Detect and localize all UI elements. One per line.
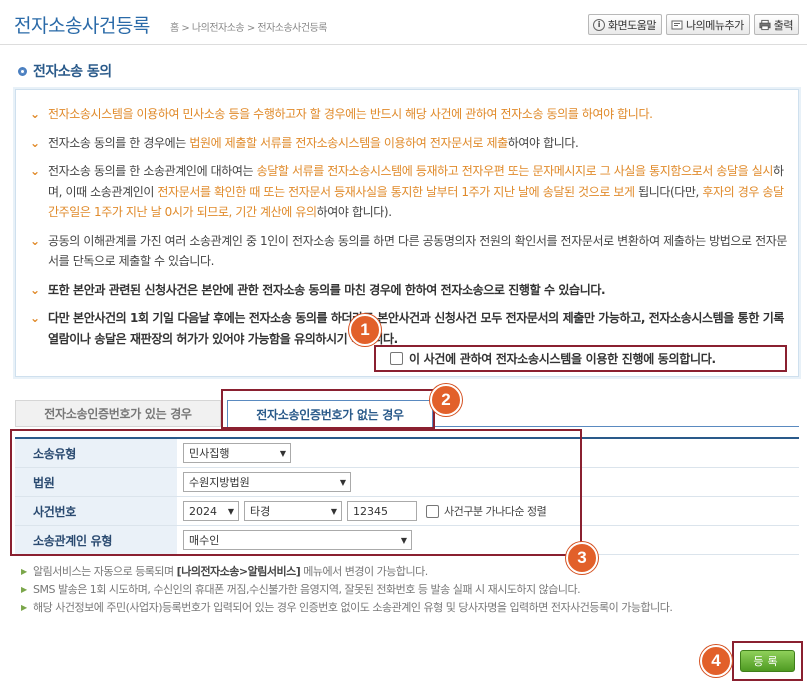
- help-text: 알림서비스는 자동으로 등록되며: [33, 565, 177, 578]
- help-menu-path: [나의전자소송>알림서비스]: [176, 565, 301, 578]
- help-item: ▶ 알림서비스는 자동으로 등록되며 [나의전자소송>알림서비스] 메뉴에서 변…: [20, 563, 800, 581]
- step-badge-3: 3: [566, 542, 598, 574]
- register-highlight-box: 등록: [732, 641, 803, 681]
- notice-text: 됩니다(다만,: [634, 184, 703, 199]
- triangle-bullet-icon: ▶: [21, 567, 27, 576]
- help-item: ▶ 해당 사건정보에 주민(사업자)등록번호가 입력되어 있는 경우 인증번호 …: [20, 599, 800, 617]
- header-divider: [0, 44, 807, 45]
- triangle-bullet-icon: ▶: [21, 603, 27, 612]
- chevron-down-icon: ⌄: [30, 233, 40, 248]
- add-my-menu-button[interactable]: 나의메뉴추가: [666, 14, 750, 35]
- chevron-down-icon: ⌄: [30, 311, 40, 325]
- triangle-bullet-icon: ▶: [21, 585, 27, 594]
- notice-item: ⌄ 공동의 이해관계를 가진 여러 소송관계인 중 1인이 전자소송 동의를 하…: [28, 231, 790, 272]
- notice-text: 하여야 합니다.: [507, 135, 579, 150]
- consent-checkbox[interactable]: [390, 352, 403, 365]
- notice-item: ⌄ 다만 본안사건의 1회 기일 다음날 후에는 전자소송 동의를 하더라도 본…: [28, 308, 790, 349]
- notice-highlight: 전자문서를 확인한 때 또는 전자문서 등재사실을 통지한 날부터 1주가 지난…: [157, 184, 635, 199]
- section-title-text: 전자소송 동의: [33, 64, 112, 80]
- info-icon: i: [592, 18, 605, 31]
- help-button-label: 화면도움말: [607, 18, 657, 32]
- notice-text: 또한 본안과 관련된 신청사건은 본안에 관한 전자소송 동의를 마친 경우에 …: [48, 282, 606, 297]
- consent-notice-box: ⌄ 전자소송시스템을 이용하여 민사소송 등을 수행하고자 할 경우에는 반드시…: [15, 89, 799, 377]
- notice-item: ⌄ 또한 본안과 관련된 신청사건은 본안에 관한 전자소송 동의를 마친 경우…: [28, 280, 790, 301]
- notice-text: 공동의 이해관계를 가진 여러 소송관계인 중 1인이 전자소송 동의를 하면 …: [48, 233, 788, 269]
- notice-item: ⌄ 전자소송시스템을 이용하여 민사소송 등을 수행하고자 할 경우에는 반드시…: [28, 104, 790, 125]
- tab-underline: [433, 426, 799, 427]
- header-toolbar: i 화면도움말 나의메뉴추가 출력: [587, 14, 799, 35]
- step-badge-1: 1: [349, 314, 381, 346]
- chevron-down-icon: ⌄: [30, 282, 40, 297]
- consent-label: 이 사건에 관하여 전자소송시스템을 이용한 진행에 동의합니다.: [409, 352, 716, 366]
- notice-text: 전자소송 동의를 한 경우에는: [48, 135, 190, 150]
- chevron-down-icon: ⌄: [30, 107, 40, 121]
- bookmark-icon: [671, 19, 683, 31]
- page-title: 전자소송사건등록: [14, 15, 150, 37]
- breadcrumb: 홈 > 나의전자소송 > 전자소송사건등록: [170, 23, 327, 34]
- step-badge-4: 4: [700, 645, 732, 677]
- chevron-down-icon: ⌄: [30, 164, 40, 178]
- notice-text: 전자소송시스템을 이용하여 민사소송 등을 수행하고자 할 경우에는 반드시 해…: [48, 107, 653, 121]
- section-bullet-icon: [18, 66, 27, 76]
- register-button[interactable]: 등록: [740, 650, 795, 672]
- chevron-down-icon: ⌄: [30, 135, 40, 150]
- help-item: ▶ SMS 발송은 1회 시도하며, 수신인의 휴대폰 꺼짐,수신불가한 음영지…: [20, 581, 800, 599]
- help-text: 메뉴에서 변경이 가능합니다.: [300, 565, 428, 578]
- tab-highlight-box: [221, 389, 435, 429]
- add-my-menu-label: 나의메뉴추가: [686, 18, 744, 32]
- notice-text: 하여야 합니다).: [316, 205, 392, 219]
- tab-with-cert[interactable]: 전자소송인증번호가 있는 경우: [15, 400, 221, 427]
- notice-highlight: 법원에 제출할 서류를 전자소송시스템을 이용하여 전자문서로 제출: [189, 135, 508, 150]
- print-button[interactable]: 출력: [753, 14, 799, 35]
- notice-item: ⌄ 전자소송 동의를 한 소송관계인에 대하여는 송달할 서류를 전자소송시스템…: [28, 161, 790, 223]
- help-notes: ▶ 알림서비스는 자동으로 등록되며 [나의전자소송>알림서비스] 메뉴에서 변…: [20, 563, 800, 617]
- form-highlight-box: [10, 429, 582, 556]
- notice-text: 다만 본안사건의 1회 기일 다음날 후에는 전자소송 동의를 하더라도 본안사…: [48, 311, 785, 346]
- notice-item: ⌄ 전자소송 동의를 한 경우에는 법원에 제출할 서류를 전자소송시스템을 이…: [28, 133, 790, 154]
- help-text: SMS 발송은 1회 시도하며, 수신인의 휴대폰 꺼짐,수신불가한 음영지역,…: [33, 583, 581, 596]
- consent-agree-row[interactable]: 이 사건에 관하여 전자소송시스템을 이용한 진행에 동의합니다.: [374, 345, 787, 372]
- print-label: 출력: [773, 18, 794, 32]
- step-badge-2: 2: [430, 384, 462, 416]
- notice-highlight: 송달할 서류를 전자소송시스템에 등재하고 전자우편 또는 문자메시지로 그 사…: [256, 164, 774, 178]
- help-text: 해당 사건정보에 주민(사업자)등록번호가 입력되어 있는 경우 인증번호 없이…: [33, 601, 673, 614]
- section-title: 전자소송 동의: [18, 61, 112, 81]
- help-button[interactable]: i 화면도움말: [587, 14, 663, 35]
- printer-icon: [759, 19, 771, 31]
- notice-text: 전자소송 동의를 한 소송관계인에 대하여는: [48, 164, 257, 178]
